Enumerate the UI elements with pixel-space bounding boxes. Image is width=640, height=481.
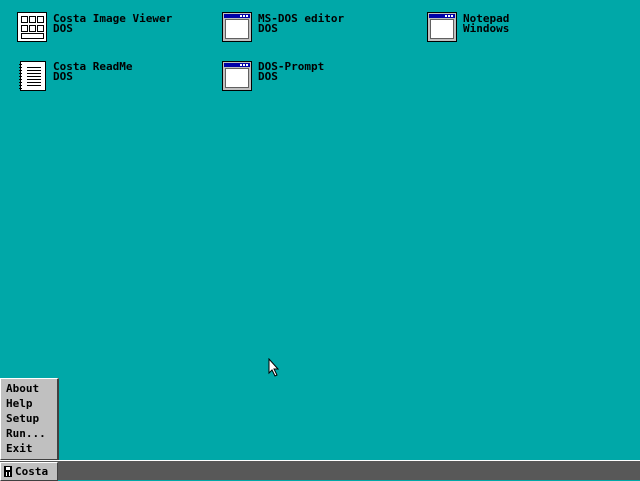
desktop-icon-notepad[interactable]: Notepad Windows — [427, 12, 527, 42]
window-icon — [222, 61, 252, 91]
desktop-icon-ms-dos-editor[interactable]: MS-DOS editor DOS — [222, 12, 372, 42]
icon-label: DOS-Prompt DOS — [258, 61, 324, 83]
icon-label: Costa ReadMe DOS — [53, 61, 132, 83]
image-viewer-icon — [17, 12, 47, 42]
start-button[interactable]: Costa — [0, 462, 58, 481]
icon-subtitle: Windows — [463, 22, 510, 35]
costa-logo-icon — [4, 466, 12, 477]
document-icon — [19, 61, 46, 91]
menu-item-exit[interactable]: Exit — [6, 442, 33, 456]
desktop-icon-dos-prompt[interactable]: DOS-Prompt DOS — [222, 61, 352, 91]
window-icon — [427, 12, 457, 42]
menu-item-help[interactable]: Help — [6, 397, 33, 411]
desktop-icon-costa-readme[interactable]: Costa ReadMe DOS — [19, 61, 160, 91]
icon-label: Costa Image Viewer DOS — [53, 13, 172, 35]
desktop-icon-costa-image-viewer[interactable]: Costa Image Viewer DOS — [17, 12, 207, 42]
start-menu: About Help Setup Run... Exit — [0, 378, 59, 460]
window-icon — [222, 12, 252, 42]
taskbar: Costa — [0, 460, 640, 481]
start-button-label: Costa — [15, 465, 49, 478]
menu-item-setup[interactable]: Setup — [6, 412, 39, 426]
icon-subtitle: DOS — [258, 22, 278, 35]
icon-label: Notepad Windows — [463, 13, 510, 35]
icon-subtitle: DOS — [53, 22, 73, 35]
icon-subtitle: DOS — [258, 70, 278, 83]
icon-subtitle: DOS — [53, 70, 73, 83]
menu-item-about[interactable]: About — [6, 382, 39, 396]
icon-label: MS-DOS editor DOS — [258, 13, 344, 35]
menu-item-run[interactable]: Run... — [6, 427, 46, 441]
mouse-cursor-icon — [268, 358, 280, 377]
